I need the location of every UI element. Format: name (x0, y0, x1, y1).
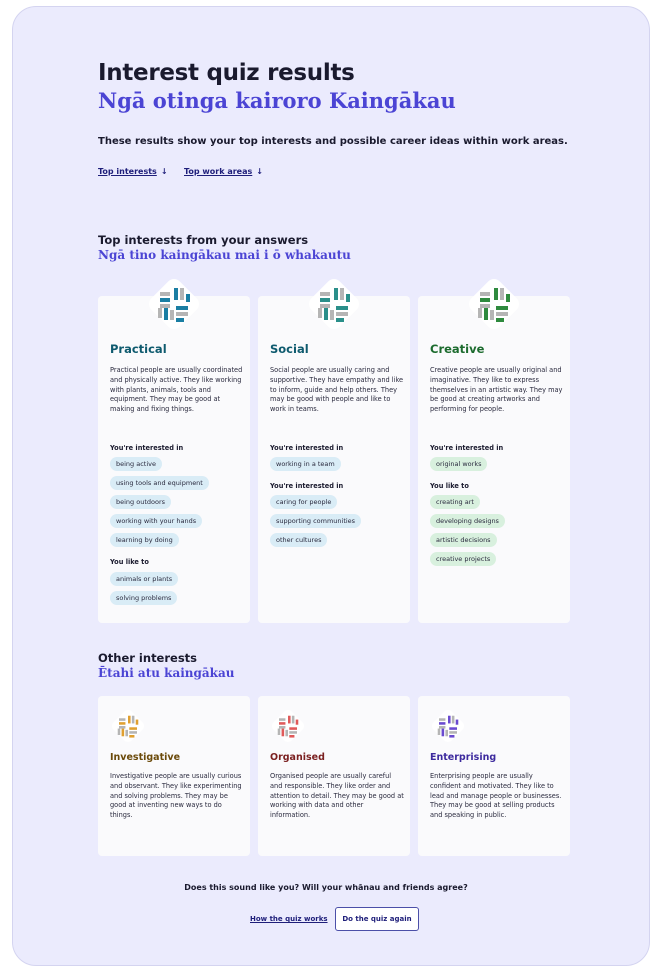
interest-tag: other cultures (270, 533, 328, 547)
top-work-areas-link[interactable]: Top work areas ↓ (184, 167, 263, 176)
like-tag: solving problems (110, 591, 178, 605)
top-interests-heading-maori: Ngā tino kaingākau mai i ō whakautu (98, 248, 351, 262)
card-title: Social (270, 342, 309, 356)
interested-label: You're interested in (430, 444, 504, 452)
card-description: Social people are usually caring and sup… (270, 366, 404, 414)
like-label: You like to (430, 482, 469, 490)
top-interests-heading: Top interests from your answers (98, 233, 309, 247)
interest-tag: supporting communities (270, 514, 362, 528)
interest-card-investigative: Investigative Investigative people are u… (98, 696, 250, 856)
interest-tag: working with your hands (110, 514, 203, 528)
interest-card-creative: Creative Creative people are usually ori… (418, 279, 570, 623)
investigative-weave-icon (110, 708, 146, 744)
card-description: Investigative people are usually curious… (110, 772, 242, 820)
card-description: Practical people are usually coordinated… (110, 366, 243, 414)
do-quiz-again-button[interactable]: Do the quiz again (335, 907, 419, 931)
creative-weave-icon (466, 276, 522, 332)
how-quiz-works-link[interactable]: How the quiz works (250, 915, 328, 923)
page-title-maori: Ngā otinga kairoro Kaingākau (98, 88, 456, 113)
interested-label: You're interested in (270, 482, 344, 490)
page-title: Interest quiz results (98, 60, 355, 86)
arrow-down-icon: ↓ (160, 167, 168, 176)
card-description: Creative people are usually original and… (430, 366, 563, 414)
like-tag: artistic decisions (430, 533, 497, 547)
interested-label: You're interested in (270, 444, 344, 452)
interest-tag: using tools and equipment (110, 476, 209, 490)
practical-weave-icon (146, 276, 202, 332)
organised-weave-icon (270, 708, 306, 744)
enterprising-weave-icon (430, 708, 466, 744)
top-interests-link[interactable]: Top interests ↓ (98, 167, 168, 176)
arrow-down-icon: ↓ (256, 167, 263, 176)
intro-text: These results show your top interests an… (98, 136, 568, 147)
closing-question: Does this sound like you? Will your whān… (184, 883, 468, 892)
interest-tag: learning by doing (110, 533, 179, 547)
other-interests-heading: Other interests (98, 651, 198, 665)
interest-tag: being active (110, 457, 162, 471)
card-title: Enterprising (430, 752, 497, 763)
interest-card-enterprising: Enterprising Enterprising people are usu… (418, 696, 570, 856)
other-interests-heading-maori: Ētahi atu kaingākau (98, 666, 235, 680)
interest-card-practical: Practical Practical people are usually c… (98, 279, 250, 623)
like-tag: developing designs (430, 514, 505, 528)
interest-card-organised: Organised Organised people are usually c… (258, 696, 410, 856)
card-title: Practical (110, 342, 167, 356)
like-tag: animals or plants (110, 572, 179, 586)
interest-tag: caring for people (270, 495, 338, 509)
card-description: Enterprising people are usually confiden… (430, 772, 562, 820)
interest-card-social: Social Social people are usually caring … (258, 279, 410, 623)
card-title: Creative (430, 342, 485, 356)
like-tag: creating art (430, 495, 480, 509)
interest-tag: being outdoors (110, 495, 172, 509)
card-title: Organised (270, 752, 325, 763)
interest-tag: working in a team (270, 457, 341, 471)
interest-tag: original works (430, 457, 488, 471)
like-label: You like to (110, 558, 149, 566)
social-weave-icon (306, 276, 362, 332)
card-title: Investigative (110, 752, 181, 763)
card-description: Organised people are usually careful and… (270, 772, 404, 820)
interested-label: You're interested in (110, 444, 184, 452)
like-tag: creative projects (430, 552, 497, 566)
